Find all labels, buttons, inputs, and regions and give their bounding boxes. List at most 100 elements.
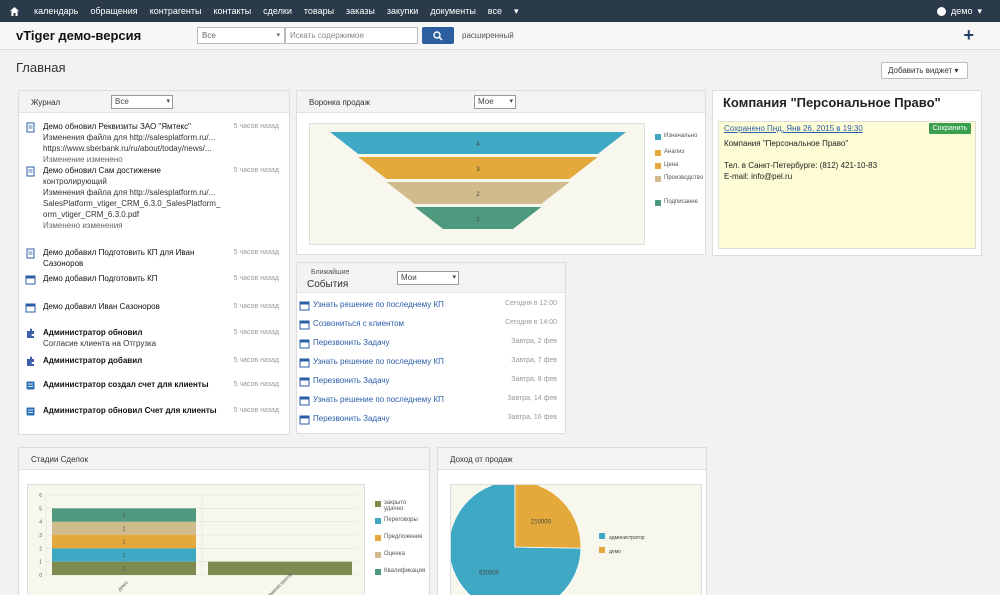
journal-item-time: 5 часов назад	[233, 123, 279, 130]
event-row[interactable]: Созвониться с клиентом Сегодня в 14:00	[299, 318, 561, 332]
journal-item-detail: контролирующий	[43, 177, 107, 186]
event-icon	[299, 300, 310, 311]
bar-segment-label: 1	[123, 540, 126, 546]
legend-swatch	[375, 518, 381, 524]
nav-item-8[interactable]: документы	[424, 0, 481, 22]
journal-filter-select[interactable]: Все ▾	[111, 95, 173, 109]
nav-item-2[interactable]: контрагенты	[144, 0, 208, 22]
search-module-select[interactable]: Все ▾	[197, 27, 285, 44]
journal-item[interactable]: Демо добавил Подготовить КП для Иван Саз…	[25, 247, 283, 271]
event-row[interactable]: Перезвонить Задачу Завтра, 2 фев	[299, 337, 561, 351]
nav-item-4[interactable]: сделки	[257, 0, 298, 22]
nav-item-5[interactable]: товары	[298, 0, 340, 22]
revenue-title: Доход от продаж	[450, 455, 513, 464]
journal-item-tag: Изменено изменения	[43, 221, 123, 230]
journal-item-time: 5 часов назад	[233, 275, 279, 282]
nav-item-1[interactable]: обращения	[84, 0, 143, 22]
legend-swatch	[655, 150, 661, 156]
event-row[interactable]: Узнать решение по последнему КП Завтра, 7…	[299, 356, 561, 370]
home-icon	[9, 6, 19, 16]
journal-item-time: 5 часов назад	[233, 407, 279, 414]
chevron-down-icon: ▾	[954, 66, 959, 75]
home-button[interactable]	[0, 0, 28, 22]
legend-label: Переговоры	[384, 517, 418, 523]
nav-item-0[interactable]: календарь	[28, 0, 84, 22]
journal-item-summary: Администратор добавил	[43, 356, 143, 365]
events-filter-value: Мои	[401, 273, 417, 282]
document-icon	[26, 122, 35, 133]
nav-item-7[interactable]: закупки	[381, 0, 425, 22]
funnel-chart: 4321	[330, 132, 626, 229]
calendar-icon	[299, 377, 310, 387]
journal-item[interactable]: Демо добавил Подготовить КП 5 часов назад	[25, 273, 283, 297]
user-menu[interactable]: демо ▾	[937, 0, 982, 22]
event-subject[interactable]: Созвониться с клиентом	[313, 319, 404, 328]
quick-create-plus-icon[interactable]: +	[963, 25, 974, 46]
journal-title: Журнал	[31, 98, 61, 107]
events-filter-select[interactable]: Мои ▾	[397, 271, 459, 285]
event-subject[interactable]: Узнать решение по последнему КП	[313, 395, 444, 404]
event-row[interactable]: Узнать решение по последнему КП Завтра, 1…	[299, 394, 561, 408]
legend-label: Подписание	[664, 199, 698, 205]
nav-item-3[interactable]: контакты	[208, 0, 258, 22]
calendar-icon	[25, 303, 36, 313]
stacked-bar-segment[interactable]	[208, 561, 352, 575]
events-title-line2: События	[307, 279, 349, 290]
journal-item-summary: Демо обновил Реквизиты ЗАО "Ямтекс"	[43, 122, 191, 131]
journal-item[interactable]: Демо обновил Сам достижение контролирующи…	[25, 165, 283, 230]
journal-item-icon	[25, 166, 36, 177]
note-editor[interactable]: Сохранено Пнд, Янв 26, 2015 в 19:30 Сохр…	[718, 121, 976, 249]
journal-item-summary: Администратор обновил	[43, 328, 143, 337]
journal-item-text: Демо добавил Подготовить КП	[43, 273, 233, 284]
note-text: Компания "Персональное Право" Тел. в Сан…	[724, 139, 878, 181]
note-saved-meta[interactable]: Сохранено Пнд, Янв 26, 2015 в 19:30	[724, 124, 863, 133]
y-tick-label: 6	[39, 493, 42, 499]
funnel-legend-item: Анализ	[655, 149, 703, 156]
y-tick-label: 3	[39, 533, 42, 539]
stages-legend-item: Квалификация	[375, 568, 427, 575]
journal-item[interactable]: Администратор обновил Счет для клиенты 5 …	[25, 405, 283, 429]
add-widget-button[interactable]: Добавить виджет ▾	[881, 62, 968, 79]
revenue-chart: 620000 210000 администратор демо	[448, 480, 645, 595]
header-bar: vTiger демо-версия Все ▾ Искать содержим…	[0, 22, 1000, 50]
journal-item[interactable]: Администратор обновил Согласие клиента на…	[25, 327, 283, 351]
event-row[interactable]: Перезвонить Задачу Завтра, 8 фев	[299, 375, 561, 389]
revenue-widget: Доход от продаж 620000 210000 администрато…	[437, 447, 707, 595]
search-input[interactable]: Искать содержимое	[285, 27, 418, 44]
journal-item[interactable]: Демо обновил Реквизиты ЗАО "Ямтекс" Измен…	[25, 121, 283, 164]
nav-item-6[interactable]: заказы	[340, 0, 381, 22]
calendar-icon	[25, 275, 36, 285]
pie-slice[interactable]	[514, 480, 582, 549]
stages-header: Стадии Сделок	[19, 448, 429, 470]
event-subject[interactable]: Перезвонить Задачу	[313, 376, 390, 385]
legend-label: демо	[609, 549, 621, 555]
journal-item-summary: Администратор обновил Счет для клиенты	[43, 406, 217, 415]
pie-slice-label: 210000	[531, 520, 552, 526]
deal-stages-widget: Стадии Сделок 0 1 2 3 4 5 6 1 1 1 1 1 демо администра…	[18, 447, 430, 595]
journal-item[interactable]: Администратор создал счет для клиенты 5 ч…	[25, 379, 283, 403]
save-note-button[interactable]: Сохранить	[929, 123, 971, 134]
event-subject[interactable]: Узнать решение по последнему КП	[313, 357, 444, 366]
advanced-search-link[interactable]: расширенный	[462, 31, 514, 40]
event-row[interactable]: Узнать решение по последнему КП Сегодня в…	[299, 299, 561, 313]
funnel-filter-select[interactable]: Мое ▾	[474, 95, 516, 109]
journal-item[interactable]: Администратор добавил 5 часов назад	[25, 355, 283, 379]
legend-swatch	[655, 134, 661, 140]
journal-item[interactable]: Демо добавил Иван Сазоноров 5 часов назад	[25, 301, 283, 325]
event-icon	[299, 357, 310, 368]
journal-item-icon	[25, 274, 36, 285]
nav-item-9[interactable]: все	[482, 0, 508, 22]
event-row[interactable]: Перезвонить Задачу Завтра, 16 фев	[299, 413, 561, 427]
journal-item-text: Демо обновил Реквизиты ЗАО "Ямтекс" Измен…	[43, 121, 233, 165]
event-icon	[299, 395, 310, 406]
journal-item-text: Администратор добавил	[43, 355, 233, 366]
journal-item-summary: Администратор создал счет для клиенты	[43, 380, 209, 389]
event-subject[interactable]: Узнать решение по последнему КП	[313, 300, 444, 309]
event-subject[interactable]: Перезвонить Задачу	[313, 338, 390, 347]
search-button[interactable]	[422, 27, 454, 44]
legend-label: Оценка	[384, 551, 405, 557]
journal-item-icon	[25, 248, 36, 259]
pie-slice-label: 620000	[479, 570, 500, 576]
stages-chart: 012345611111демо администратор	[39, 493, 358, 595]
event-subject[interactable]: Перезвонить Задачу	[313, 414, 390, 423]
